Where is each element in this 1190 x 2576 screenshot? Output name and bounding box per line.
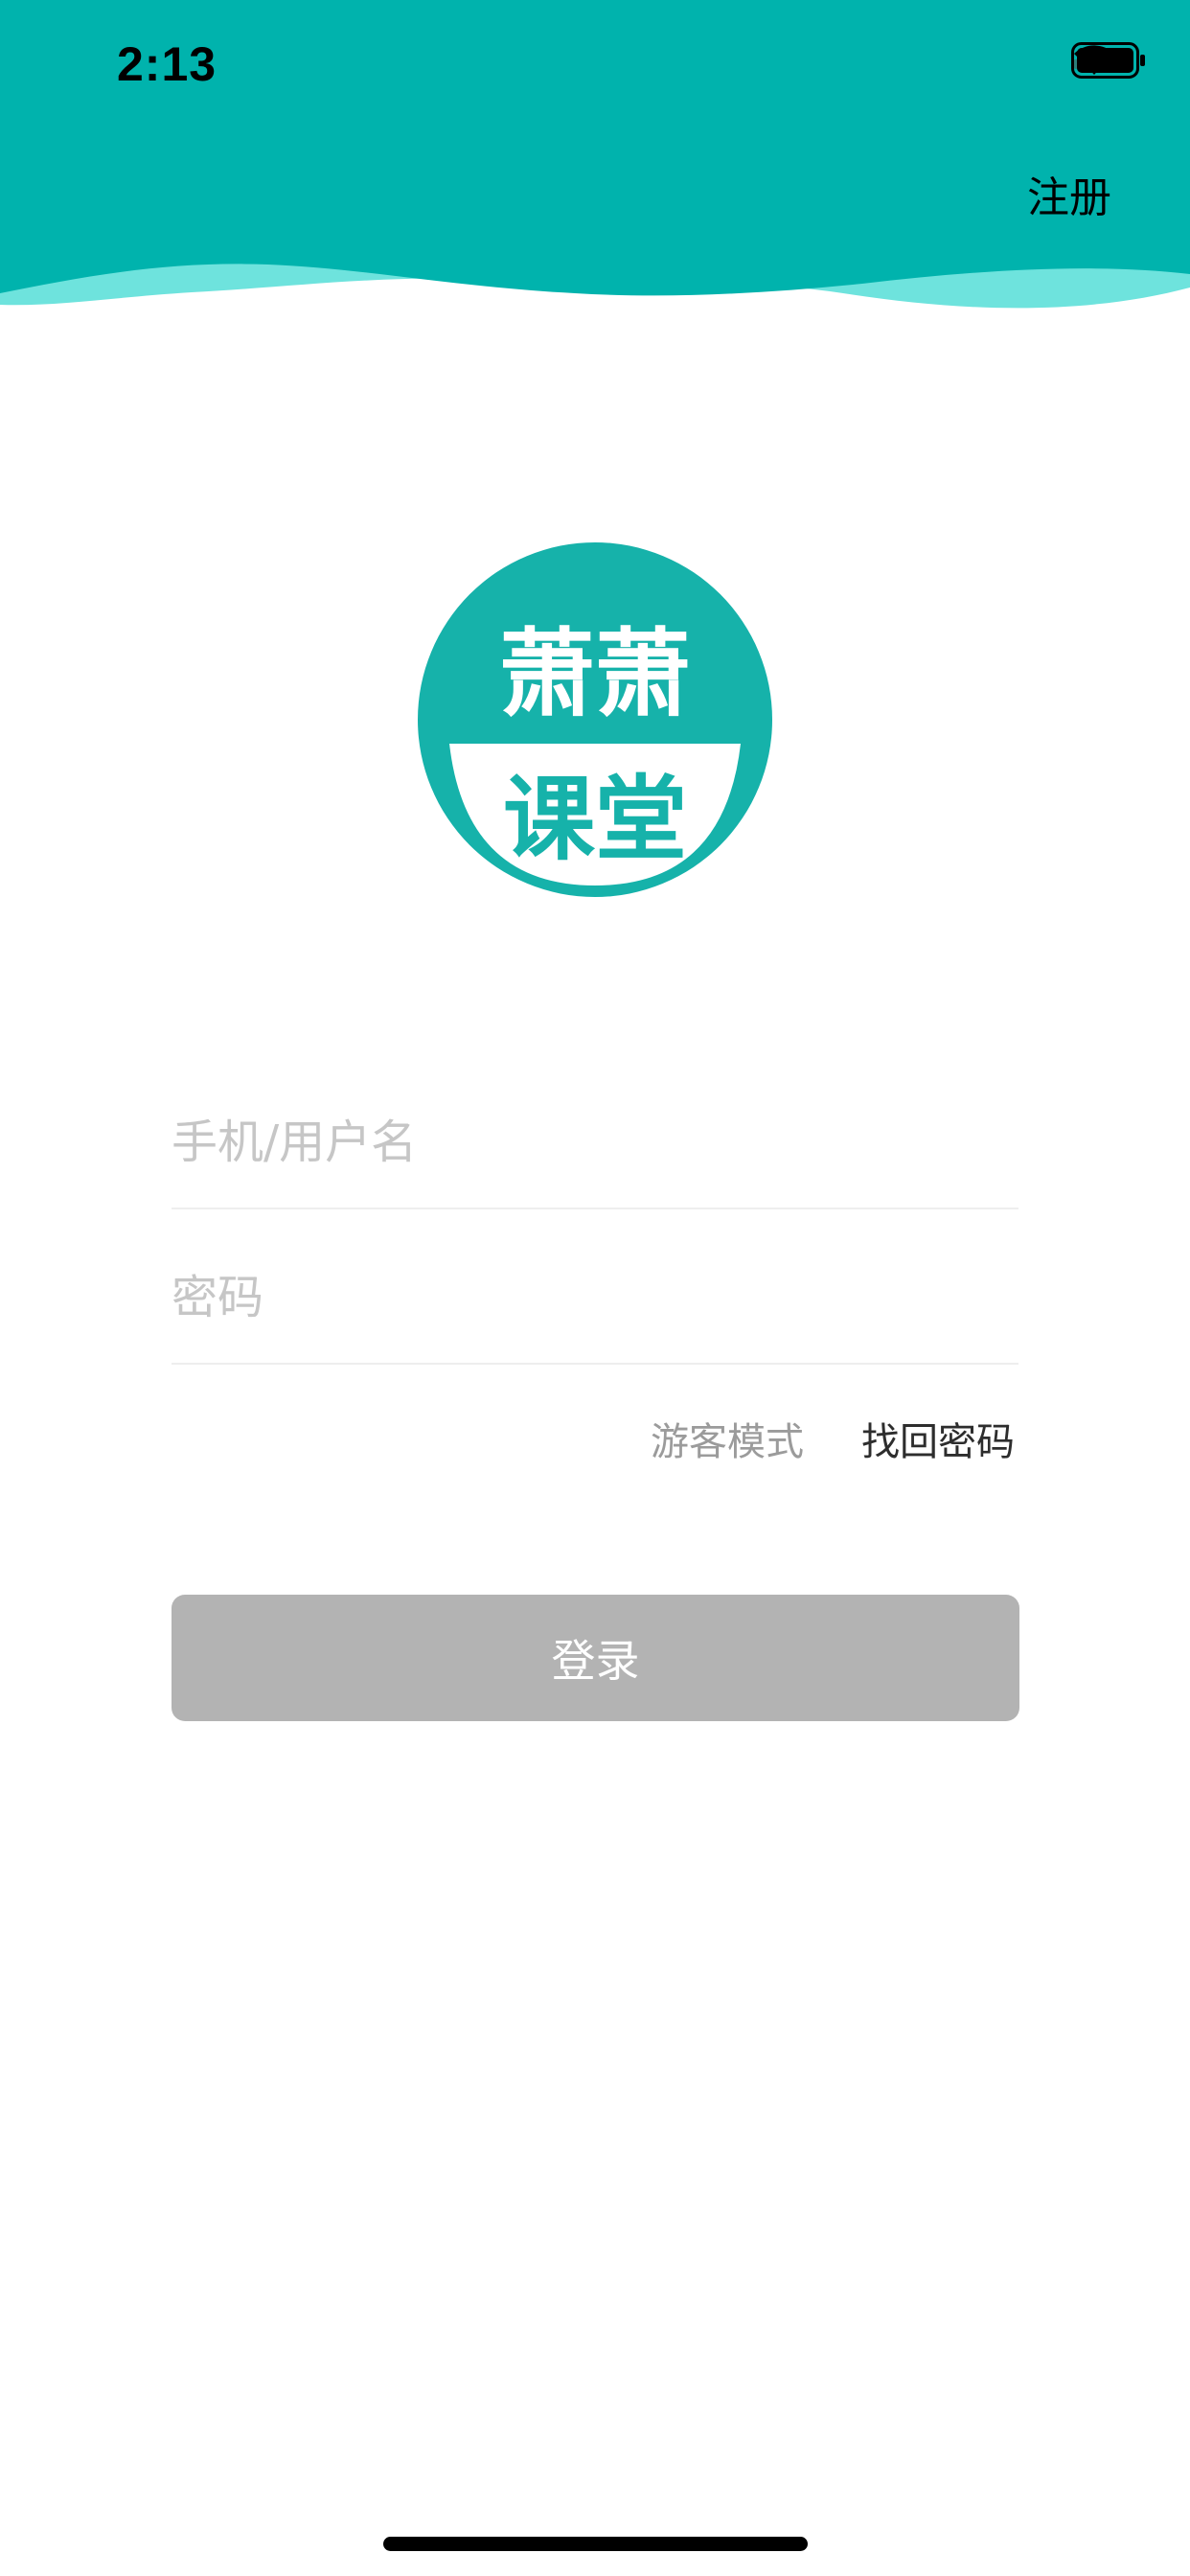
status-icons: [1071, 42, 1145, 86]
battery-icon: [1071, 42, 1145, 79]
app-logo: 萧萧 课堂: [418, 542, 772, 897]
password-input[interactable]: [172, 1271, 1018, 1324]
username-input[interactable]: [172, 1116, 1018, 1169]
logo-text-top: 萧萧: [499, 618, 691, 730]
register-link[interactable]: 注册: [1027, 163, 1111, 224]
logo-text-bottom: 课堂: [503, 766, 687, 873]
guest-mode-link[interactable]: 游客模式: [651, 1411, 804, 1466]
header: 2:13 注册: [0, 0, 1190, 316]
username-field-row: [172, 1054, 1018, 1209]
login-screen: 2:13 注册 萧萧 课堂 手机/用户名 游客模式 找回密码 登录: [0, 0, 1190, 2576]
home-indicator[interactable]: [383, 2537, 808, 2551]
status-time: 2:13: [117, 37, 217, 91]
login-button[interactable]: 登录: [172, 1595, 1019, 1721]
password-field-row: [172, 1209, 1018, 1365]
forgot-password-link[interactable]: 找回密码: [861, 1411, 1015, 1466]
login-form: 游客模式 找回密码: [172, 1054, 1018, 1508]
form-links-row: 游客模式 找回密码: [172, 1365, 1018, 1508]
